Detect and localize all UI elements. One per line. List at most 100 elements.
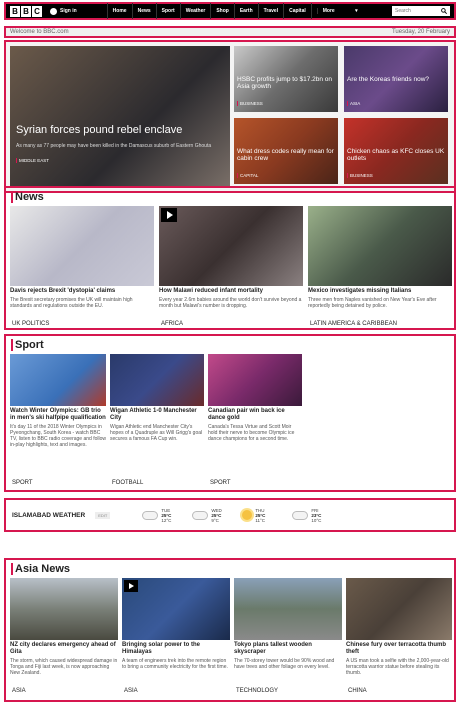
hero-story[interactable]: Chicken chaos as KFC closes UK outlets B… [344,118,448,184]
sign-in-label: Sign in [60,8,77,14]
weather-day[interactable]: FRI 23°C 10°C [292,508,332,523]
chevron-down-icon: ▾ [355,8,358,14]
logo-letter: C [32,5,42,17]
hero-story-category[interactable]: BUSINESS [237,101,263,106]
news-category[interactable]: UK POLITICS [12,321,49,327]
sport-title[interactable]: Canadian pair win back ice dance gold [208,408,302,422]
search-input[interactable]: Search [392,6,450,16]
news-title[interactable]: Mexico investigates missing Italians [308,288,452,295]
section-heading[interactable]: News [11,191,44,203]
logo-letter: B [10,5,20,17]
hero-section: Syrian forces pound rebel enclave As man… [4,40,456,193]
hero-main-story[interactable]: Syrian forces pound rebel enclave As man… [10,46,230,188]
news-card[interactable]: How Malawi reduced infant mortality Ever… [159,206,303,309]
news-section: News Davis rejects Brexit 'dystopia' cla… [4,186,456,330]
weather-location[interactable]: ISLAMABAD WEATHER [12,512,85,519]
asia-card[interactable]: NZ city declares emergency ahead of Gita… [10,578,118,676]
news-image[interactable] [10,206,154,286]
weather-low: 10°C [311,517,322,523]
sport-title[interactable]: Watch Winter Olympics: GB trio in men's … [10,408,106,422]
asia-image[interactable] [10,578,118,640]
sport-card[interactable]: Wigan Athletic 1-0 Manchester City Wigan… [110,354,204,442]
news-image[interactable] [308,206,452,286]
hero-story-title[interactable]: What dress codes really mean for cabin c… [237,148,335,162]
nav-item-travel[interactable]: Travel [257,3,283,19]
news-image[interactable] [159,206,303,286]
nav-menu: Home News Sport Weather Shop Earth Trave… [106,3,368,19]
hero-story[interactable]: Are the Koreas friends now? ASIA [344,46,448,112]
asia-image[interactable] [122,578,230,640]
nav-item-earth[interactable]: Earth [233,3,258,19]
section-heading[interactable]: Sport [11,339,44,351]
hero-main-title[interactable]: Syrian forces pound rebel enclave [16,124,216,136]
nav-item-news[interactable]: News [131,3,156,19]
sport-category[interactable]: SPORT [210,480,231,486]
weather-day[interactable]: TUE 25°C 12°C [142,508,182,523]
news-card[interactable]: Davis rejects Brexit 'dystopia' claims T… [10,206,154,309]
bbc-logo[interactable]: B B C [10,5,42,17]
hero-story-title[interactable]: Are the Koreas friends now? [347,76,445,83]
hero-story-category[interactable]: ASIA [347,101,360,106]
play-icon[interactable] [124,580,138,592]
sport-card[interactable]: Watch Winter Olympics: GB trio in men's … [10,354,106,448]
nav-item-shop[interactable]: Shop [210,3,234,19]
sport-card[interactable]: Canadian pair win back ice dance gold Ca… [208,354,302,442]
sport-category[interactable]: SPORT [12,480,33,486]
hero-story[interactable]: HSBC profits jump to $17.2bn on Asia gro… [234,46,338,112]
hero-story-title[interactable]: HSBC profits jump to $17.2bn on Asia gro… [237,76,335,90]
news-summary: Three men from Naples vanished on New Ye… [308,297,437,309]
news-category[interactable]: AFRICA [161,321,183,327]
asia-card[interactable]: Chinese fury over terracotta thumb theft… [346,578,452,676]
play-icon[interactable] [161,208,177,222]
sun-icon [242,510,253,520]
asia-category[interactable]: ASIA [124,688,138,694]
nav-item-capital[interactable]: Capital [283,3,311,19]
asia-summary: A team of engineers trek into the remote… [122,658,228,670]
hero-story[interactable]: What dress codes really mean for cabin c… [234,118,338,184]
search-icon[interactable] [441,8,447,14]
weather-widget: ISLAMABAD WEATHER EDIT TUE 25°C 12°C WED 25… [4,498,456,532]
sport-image[interactable] [208,354,302,406]
nav-item-more[interactable]: More ▾ [310,3,368,19]
edit-location-button[interactable]: EDIT [95,511,111,519]
hero-story-category[interactable]: BUSINESS [347,173,373,178]
hero-story-category[interactable]: CAPITAL [237,173,258,178]
news-category[interactable]: LATIN AMERICA & CARIBBEAN [310,321,397,327]
hero-main-category[interactable]: MIDDLE EAST [16,158,49,163]
sign-in-link[interactable]: Sign in [50,7,77,15]
weather-day[interactable]: THU 25°C 11°C [242,508,282,523]
weather-day[interactable]: WED 25°C 9°C [192,508,232,523]
asia-card[interactable]: Tokyo plans tallest wooden skyscraper Th… [234,578,342,670]
nav-item-home[interactable]: Home [106,3,132,19]
news-title[interactable]: How Malawi reduced infant mortality [159,288,303,295]
cloud-icon [142,510,159,520]
nav-item-weather[interactable]: Weather [179,3,211,19]
asia-card[interactable]: Bringing solar power to the Himalayas A … [122,578,230,670]
section-heading[interactable]: Asia News [11,563,70,575]
sport-summary: Canada's Tessa Virtue and Scott Moir hol… [208,424,295,442]
asia-category[interactable]: CHINA [348,688,367,694]
asia-category[interactable]: ASIA [12,688,26,694]
asia-title[interactable]: Chinese fury over terracotta thumb theft [346,642,452,656]
asia-title[interactable]: Tokyo plans tallest wooden skyscraper [234,642,342,656]
sport-summary: Wigan Athletic end Manchester City's hop… [110,424,203,442]
asia-image[interactable] [346,578,452,640]
news-card[interactable]: Mexico investigates missing Italians Thr… [308,206,452,309]
sport-section: Sport Watch Winter Olympics: GB trio in … [4,334,456,492]
cloud-icon [292,510,309,520]
sport-image[interactable] [10,354,106,406]
welcome-text: Welcome to BBC.com [10,29,69,35]
news-title[interactable]: Davis rejects Brexit 'dystopia' claims [10,288,154,295]
asia-title[interactable]: Bringing solar power to the Himalayas [122,642,230,656]
nav-item-sport[interactable]: Sport [155,3,180,19]
weather-low: 9°C [211,517,219,523]
sport-title[interactable]: Wigan Athletic 1-0 Manchester City [110,408,204,422]
sport-image[interactable] [110,354,204,406]
sport-category[interactable]: FOOTBALL [112,480,143,486]
asia-category[interactable]: TECHNOLOGY [236,688,278,694]
asia-image[interactable] [234,578,342,640]
news-summary: Every year 2.6m babies around the world … [159,297,302,309]
asia-title[interactable]: NZ city declares emergency ahead of Gita [10,642,118,656]
hero-story-title[interactable]: Chicken chaos as KFC closes UK outlets [347,148,445,162]
welcome-bar: Welcome to BBC.com Tuesday, 20 February [4,26,456,38]
